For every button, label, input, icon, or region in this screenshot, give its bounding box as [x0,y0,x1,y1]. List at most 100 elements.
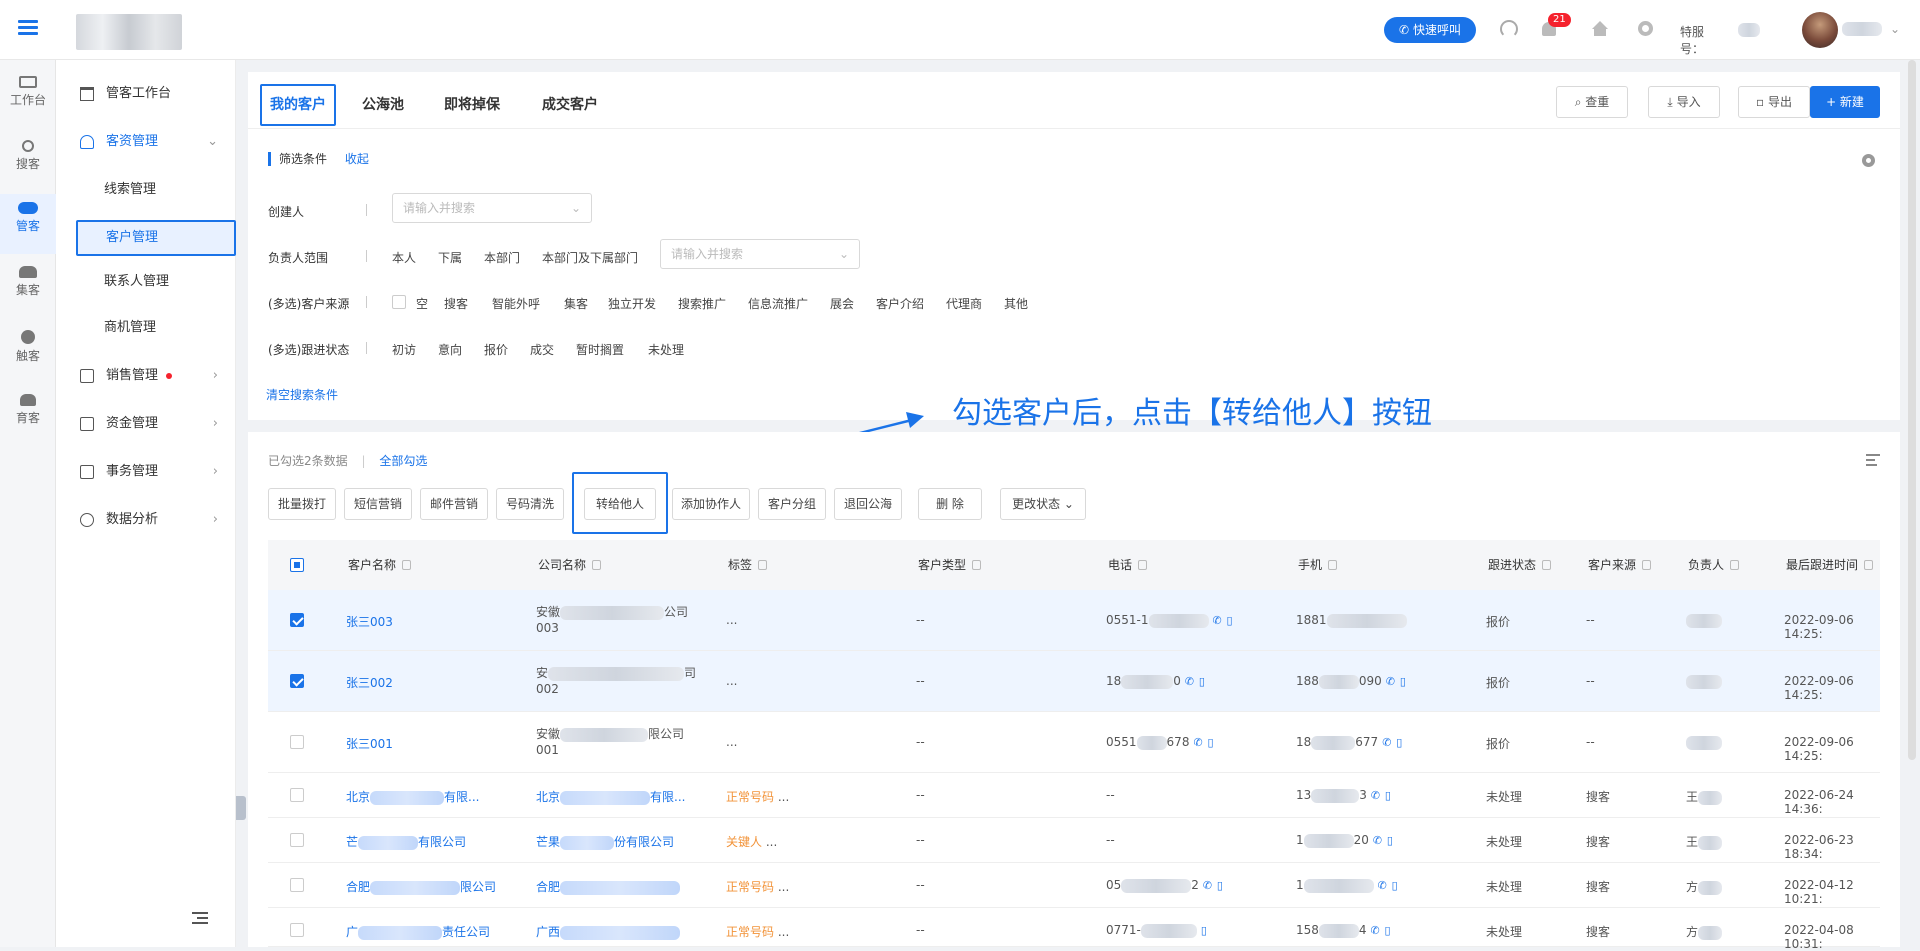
table-row[interactable]: 张三003 安徽 公司 003 ... -- 0551-1 ✆ ▯ 1881 报价 --… [268,590,1880,651]
source-opt[interactable]: 代理商 [946,295,982,312]
customer-name-link[interactable]: 合肥 限公司 [346,878,496,895]
table-row[interactable]: 芒有限公司 芒果 份有限公司 关键人 ... -- -- 1 20 ✆ ▯ 未处理 搜客… [268,818,1880,863]
rail-item-collect[interactable]: 集客 [0,258,56,318]
mobile-icon[interactable]: ▯ [1385,924,1395,937]
status-opt[interactable]: 意向 [438,341,462,358]
tab-deals[interactable]: 成交客户 [534,84,606,126]
table-row[interactable]: 广责任公司 广西 正常号码 ... -- 0771- ▯ 158 4 ✆ ▯ 未处理 搜… [268,908,1880,951]
column-settings-icon[interactable] [1866,454,1880,466]
sidebar-item-finance[interactable]: 资金管理 › [56,404,236,444]
col-customer-type[interactable]: 客户类型 [918,540,982,590]
company-link[interactable]: 合肥 [536,878,681,895]
source-opt[interactable]: 客户介绍 [876,295,924,312]
username[interactable] [1842,22,1882,36]
gear-icon[interactable] [1638,21,1653,36]
source-opt[interactable]: 搜客 [444,295,468,312]
phone-icon[interactable]: ✆ [1373,834,1383,847]
phone-icon[interactable]: ✆ [1203,879,1213,892]
status-opt[interactable]: 未处理 [648,341,684,358]
import-button[interactable]: ⤓ 导入 [1648,86,1720,118]
delete-button[interactable]: 删 除 [918,488,982,520]
col-customer-name[interactable]: 客户名称 [348,540,412,590]
col-phone[interactable]: 电话 [1108,540,1148,590]
mobile-icon[interactable]: ▯ [1400,675,1410,688]
tab-public-pool[interactable]: 公海池 [354,84,412,126]
sidebar-item-affairs[interactable]: 事务管理 › [56,452,236,492]
row-checkbox[interactable] [290,788,304,802]
mobile-icon[interactable]: ▯ [1199,675,1209,688]
add-collaborator-button[interactable]: 添加协作人 [672,488,750,520]
col-last-follow[interactable]: 最后跟进时间 [1786,540,1874,590]
customer-group-button[interactable]: 客户分组 [758,488,826,520]
collapse-sidebar-icon[interactable] [192,912,208,926]
menu-icon[interactable] [18,20,38,36]
sidebar-item-sales[interactable]: 销售管理 › [56,356,236,396]
export-button[interactable]: ▫ 导出 [1738,86,1810,118]
col-mobile[interactable]: 手机 [1298,540,1338,590]
source-opt[interactable]: 集客 [564,295,588,312]
rail-item-nurture[interactable]: 育客 [0,386,56,446]
avatar[interactable] [1802,12,1838,48]
rail-item-touch[interactable]: 触客 [0,322,56,382]
tab-expiring[interactable]: 即将掉保 [436,84,508,126]
source-opt[interactable]: 独立开发 [608,295,656,312]
row-checkbox[interactable] [290,674,304,688]
customer-name-link[interactable]: 北京 有限... [346,788,479,805]
phone-icon[interactable]: ✆ [1386,675,1396,688]
customer-name-link[interactable]: 张三003 [346,613,393,630]
select-all-link[interactable]: 全部勾选 [379,454,427,468]
owner-search-input[interactable]: 请输入并搜索 ⌄ [660,239,860,269]
sidebar-item-contacts[interactable]: 联系人管理 [104,264,169,300]
source-opt[interactable]: 空 [416,295,428,312]
row-checkbox[interactable] [290,878,304,892]
col-tags[interactable]: 标签 [728,540,768,590]
filter-settings-icon[interactable] [1862,154,1875,167]
email-marketing-button[interactable]: 邮件营销 [420,488,488,520]
number-clean-button[interactable]: 号码清洗 [496,488,564,520]
col-follow-status[interactable]: 跟进状态 [1488,540,1552,590]
mobile-icon[interactable]: ▯ [1207,736,1217,749]
customer-name-link[interactable]: 张三001 [346,735,393,752]
table-row[interactable]: 张三001 安徽 限公司 001 ... -- 0551 678 ✆ ▯ 18 677 ✆ ▯ … [268,712,1880,773]
company-link[interactable]: 广西 [536,923,681,940]
source-opt[interactable]: 展会 [830,295,854,312]
phone-icon[interactable]: ✆ [1378,879,1388,892]
sidebar-item-opportunities[interactable]: 商机管理 [104,310,156,346]
create-button[interactable]: + 新建 [1810,86,1880,118]
owner-opt-self[interactable]: 本人 [392,249,416,266]
page-scrollbar[interactable] [1908,60,1916,760]
source-opt[interactable]: 信息流推广 [748,295,808,312]
expand-handle[interactable] [236,796,246,820]
source-empty-checkbox[interactable] [392,295,406,309]
table-row[interactable]: 北京 有限... 北京 有限... 正常号码 ... -- -- 13 3 ✆ ▯ 未处理… [268,773,1880,818]
sidebar-item-customer-mgmt[interactable]: 客资管理 ⌄ [56,122,236,162]
rail-item-search[interactable]: 搜客 [0,132,56,192]
phone-icon[interactable]: ✆ [1371,789,1381,802]
owner-opt-dept[interactable]: 本部门 [484,249,520,266]
phone-icon[interactable]: ✆ [1371,924,1381,937]
select-all-checkbox[interactable] [290,558,304,572]
col-company[interactable]: 公司名称 [538,540,602,590]
customer-name-link[interactable]: 广责任公司 [346,923,490,940]
quick-call-button[interactable]: ✆ 快速呼叫 [1384,17,1476,43]
customer-name-link[interactable]: 芒有限公司 [346,833,466,850]
rail-item-manage[interactable]: 管客 [0,194,56,254]
mobile-icon[interactable]: ▯ [1217,879,1227,892]
status-opt[interactable]: 初访 [392,341,416,358]
status-opt[interactable]: 暂时搁置 [576,341,624,358]
owner-opt-dept-sub[interactable]: 本部门及下属部门 [542,249,638,266]
sms-marketing-button[interactable]: 短信营销 [344,488,412,520]
change-status-button[interactable]: 更改状态 ⌄ [1000,488,1086,520]
transfer-button[interactable]: 转给他人 [584,488,656,520]
return-pool-button[interactable]: 退回公海 [834,488,902,520]
creator-search-input[interactable]: 请输入并搜索 ⌄ [392,193,592,223]
source-opt[interactable]: 其他 [1004,295,1028,312]
batch-call-button[interactable]: 批量拨打 [268,488,336,520]
mobile-icon[interactable]: ▯ [1396,736,1406,749]
phone-icon[interactable]: ✆ [1382,736,1392,749]
home-icon[interactable] [1592,21,1608,29]
source-opt[interactable]: 智能外呼 [492,295,540,312]
mobile-icon[interactable]: ▯ [1385,789,1395,802]
collapse-filter-link[interactable]: 收起 [345,152,369,166]
row-checkbox[interactable] [290,735,304,749]
